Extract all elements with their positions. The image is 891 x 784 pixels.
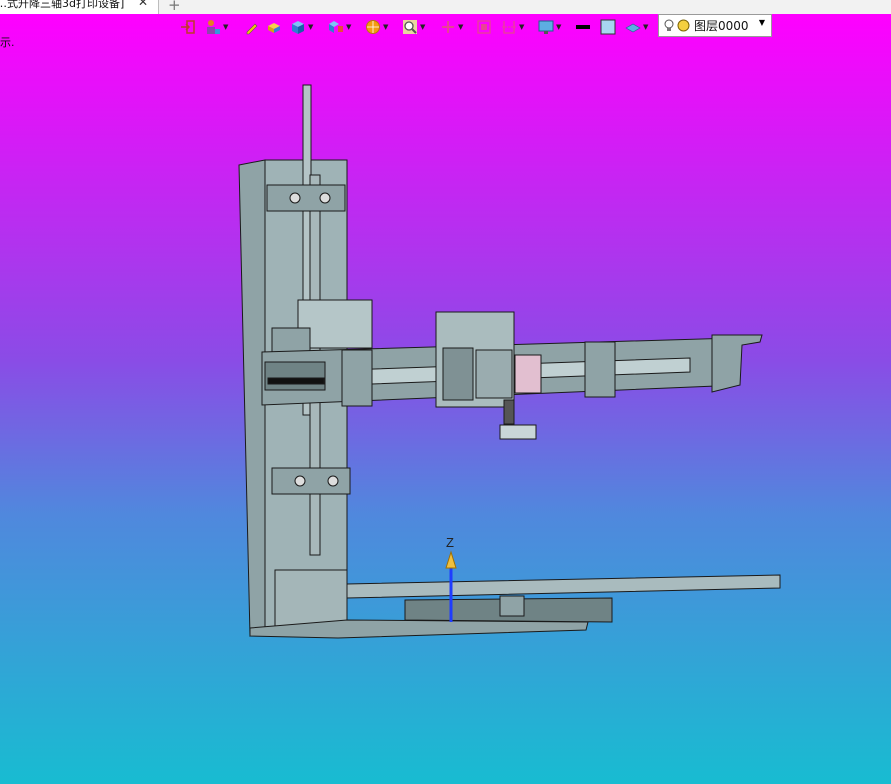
hotend <box>503 399 515 425</box>
gear <box>514 354 542 394</box>
top-bracket <box>266 184 346 212</box>
printer-model[interactable]: Z <box>0 0 891 784</box>
z-axis-label: Z <box>446 535 454 550</box>
x-end-bracket <box>711 334 763 393</box>
stepper-motor <box>442 347 474 401</box>
x-left-block <box>341 349 373 407</box>
x-slider <box>584 341 616 398</box>
nozzle-block <box>499 424 537 440</box>
frame-left-side <box>238 159 266 637</box>
print-bed <box>346 574 781 599</box>
base-block <box>274 569 348 629</box>
z-axis-arrow <box>445 550 457 569</box>
